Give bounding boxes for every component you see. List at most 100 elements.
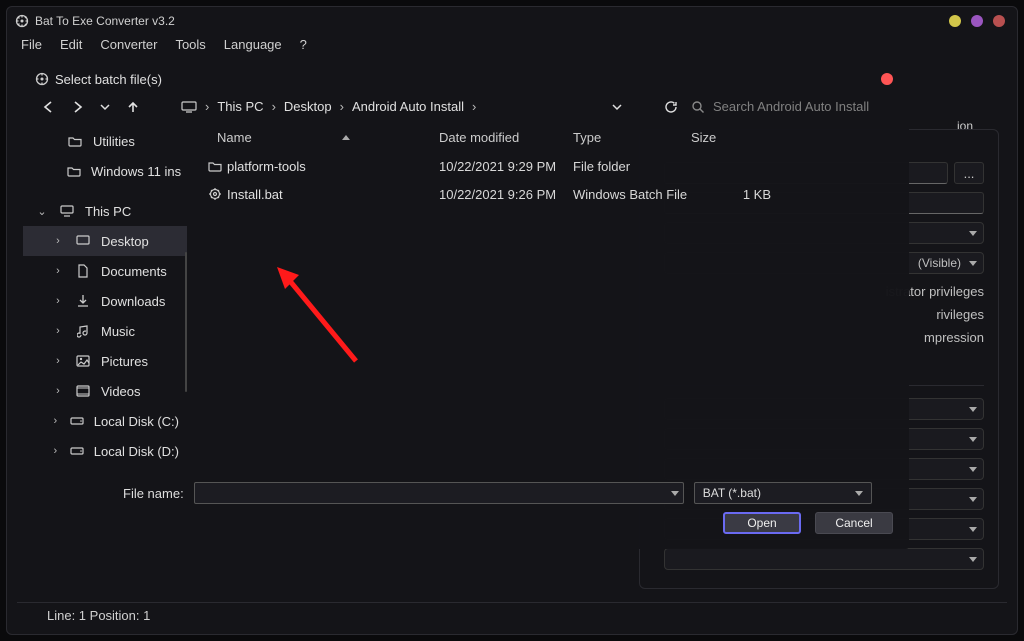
sidebar-scrollbar[interactable] — [185, 252, 187, 392]
documents-icon — [75, 264, 91, 278]
pc-icon — [59, 205, 75, 217]
browse-button[interactable]: ... — [954, 162, 984, 184]
search-icon — [691, 100, 705, 114]
close-button[interactable] — [993, 15, 1005, 27]
refresh-icon[interactable] — [663, 100, 679, 114]
maximize-button[interactable] — [971, 15, 983, 27]
chevron-right-icon[interactable]: › — [51, 445, 60, 457]
crumb-thispc[interactable]: This PC — [217, 99, 263, 114]
sidebar-item-label: This PC — [85, 204, 131, 219]
menubar: File Edit Converter Tools Language ? — [7, 35, 1017, 58]
sidebar-item-videos[interactable]: › Videos — [23, 376, 187, 406]
chevron-right-icon: › — [472, 99, 476, 114]
crumb-desktop[interactable]: Desktop — [284, 99, 332, 114]
chevron-right-icon[interactable]: › — [51, 355, 65, 367]
folder-icon — [203, 160, 227, 172]
sidebar-item-label: Utilities — [93, 134, 135, 149]
file-name: Install.bat — [227, 187, 439, 202]
crumb-folder[interactable]: Android Auto Install — [352, 99, 464, 114]
sidebar-item-label: Videos — [101, 384, 141, 399]
chevron-right-icon[interactable]: › — [51, 385, 65, 397]
menu-language[interactable]: Language — [224, 37, 282, 52]
col-size[interactable]: Size — [691, 130, 761, 145]
dialog-title: Select batch file(s) — [55, 72, 162, 87]
search-box[interactable]: Search Android Auto Install — [691, 99, 891, 114]
file-list-pane: Name Date modified Type Size platform-to… — [187, 122, 909, 472]
col-name[interactable]: Name — [217, 130, 252, 145]
sidebar-item-label: Local Disk (C:) — [94, 414, 179, 429]
sidebar-item-downloads[interactable]: › Downloads — [23, 286, 187, 316]
menu-converter[interactable]: Converter — [100, 37, 157, 52]
music-icon — [75, 324, 91, 338]
sidebar-item-pictures[interactable]: › Pictures — [23, 346, 187, 376]
pc-icon — [181, 100, 197, 114]
dialog-icon — [35, 72, 49, 86]
menu-help[interactable]: ? — [300, 37, 307, 52]
dialog-nav-row: › This PC › Desktop › Android Auto Insta… — [23, 89, 909, 122]
filename-input[interactable] — [194, 482, 684, 504]
search-placeholder: Search Android Auto Install — [713, 99, 869, 114]
file-size: 1 KB — [711, 187, 771, 202]
open-button[interactable]: Open — [723, 512, 801, 534]
sidebar-item-music[interactable]: › Music — [23, 316, 187, 346]
menu-file[interactable]: File — [21, 37, 42, 52]
desktop-icon — [75, 235, 91, 247]
sidebar-item-label: Local Disk (D:) — [94, 444, 179, 459]
nav-forward-icon[interactable] — [69, 100, 85, 114]
address-dropdown-icon[interactable] — [609, 102, 625, 112]
filetype-combo[interactable]: BAT (*.bat) — [694, 482, 872, 504]
status-text: Line: 1 Position: 1 — [47, 608, 150, 623]
nav-recent-icon[interactable] — [97, 102, 113, 112]
nav-up-icon[interactable] — [125, 100, 141, 114]
videos-icon — [75, 385, 91, 397]
sidebar-item-utilities[interactable]: Utilities — [23, 126, 187, 156]
gear-icon — [203, 187, 227, 201]
column-headers[interactable]: Name Date modified Type Size — [187, 122, 909, 152]
sidebar-item-documents[interactable]: › Documents — [23, 256, 187, 286]
nav-back-icon[interactable] — [41, 100, 57, 114]
dialog-close-button[interactable] — [881, 73, 893, 85]
chevron-right-icon[interactable]: › — [51, 235, 65, 247]
app-window: Bat To Exe Converter v3.2 File Edit Conv… — [6, 6, 1018, 635]
dialog-titlebar: Select batch file(s) — [23, 63, 909, 89]
sidebar-item-windows11[interactable]: Windows 11 ins — [23, 156, 187, 186]
dialog-sidebar: Utilities Windows 11 ins ⌄ This PC › Des… — [23, 122, 187, 472]
chevron-right-icon[interactable]: › — [51, 295, 65, 307]
sidebar-item-thispc[interactable]: ⌄ This PC — [23, 196, 187, 226]
chevron-right-icon[interactable]: › — [51, 415, 60, 427]
sidebar-item-label: Windows 11 ins — [91, 164, 181, 179]
pictures-icon — [75, 355, 91, 367]
folder-icon — [67, 165, 81, 177]
file-type: Windows Batch File — [573, 187, 711, 202]
file-row[interactable]: platform-tools 10/22/2021 9:29 PM File f… — [187, 152, 909, 180]
file-date: 10/22/2021 9:29 PM — [439, 159, 573, 174]
sidebar-item-label: Documents — [101, 264, 167, 279]
col-date[interactable]: Date modified — [439, 130, 573, 145]
folder-icon — [67, 135, 83, 147]
file-name: platform-tools — [227, 159, 439, 174]
chevron-down-icon[interactable]: ⌄ — [35, 205, 49, 218]
sidebar-item-label: Desktop — [101, 234, 149, 249]
sidebar-item-locald[interactable]: › Local Disk (D:) — [23, 436, 187, 466]
sidebar-item-label: Pictures — [101, 354, 148, 369]
minimize-button[interactable] — [949, 15, 961, 27]
file-type: File folder — [573, 159, 711, 174]
sidebar-item-desktop[interactable]: › Desktop — [23, 226, 187, 256]
chevron-right-icon[interactable]: › — [51, 265, 65, 277]
chevron-down-icon — [855, 491, 863, 496]
menu-tools[interactable]: Tools — [175, 37, 205, 52]
chevron-right-icon[interactable]: › — [51, 325, 65, 337]
sidebar-item-localc[interactable]: › Local Disk (C:) — [23, 406, 187, 436]
file-row[interactable]: Install.bat 10/22/2021 9:26 PM Windows B… — [187, 180, 909, 208]
col-type[interactable]: Type — [573, 130, 691, 145]
disk-icon — [70, 446, 84, 456]
file-open-dialog: Select batch file(s) › This PC › Desktop… — [23, 63, 909, 549]
dialog-footer: File name: BAT (*.bat) Open Cancel — [23, 472, 909, 542]
statusbar: Line: 1 Position: 1 — [17, 602, 1007, 628]
chevron-down-icon[interactable] — [671, 491, 679, 496]
sort-ascending-icon — [342, 135, 350, 140]
cancel-button[interactable]: Cancel — [815, 512, 893, 534]
chevron-right-icon: › — [340, 99, 344, 114]
bg-combo-f[interactable] — [664, 548, 984, 570]
menu-edit[interactable]: Edit — [60, 37, 82, 52]
